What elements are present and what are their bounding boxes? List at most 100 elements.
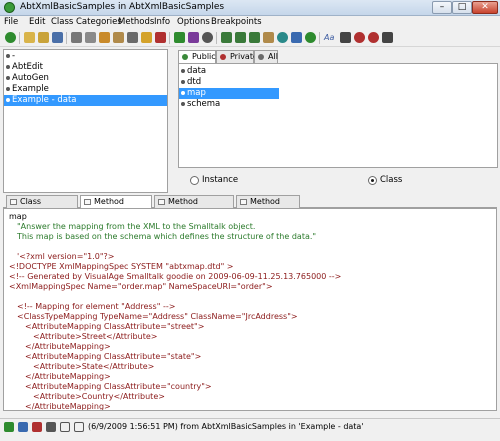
toolbar-separator	[216, 32, 217, 44]
play-icon[interactable]	[174, 32, 185, 43]
all-icon	[258, 54, 264, 60]
step-into-icon[interactable]	[235, 32, 246, 43]
font-icon[interactable]	[340, 32, 351, 43]
network-icon[interactable]	[382, 32, 393, 43]
bullet-icon	[181, 69, 185, 73]
status-bracket-icon[interactable]	[60, 422, 70, 432]
radio-label: Class	[380, 175, 403, 185]
category-label: dtd	[187, 77, 202, 87]
globe-icon[interactable]	[277, 32, 288, 43]
tree-icon[interactable]	[263, 32, 274, 43]
method-source-icon	[84, 199, 91, 205]
menu-edit[interactable]: Edit	[29, 17, 45, 27]
category-list-item[interactable]: dtd	[179, 77, 279, 88]
status-text: (6/9/2009 1:56:51 PM) from AbtXmlBasicSa…	[88, 422, 364, 431]
status-bar: (6/9/2009 1:56:51 PM) from AbtXmlBasicSa…	[0, 418, 500, 434]
category-label: map	[187, 88, 206, 98]
tab-method-source[interactable]: Method Source	[80, 195, 152, 218]
text-style-icon[interactable]: Aa	[324, 32, 334, 43]
menu-class[interactable]: Class	[51, 17, 73, 27]
graph-icon[interactable]	[291, 32, 302, 43]
save-icon[interactable]	[52, 32, 63, 43]
public-icon	[182, 54, 188, 60]
category-label: schema	[187, 99, 221, 109]
source-tabs: Class Definition Method Source Method Co…	[3, 195, 497, 218]
menu-categories[interactable]: Categories	[76, 17, 122, 27]
class-list-item[interactable]: Example	[4, 84, 167, 95]
tab-method-notes[interactable]: Method Notes	[236, 195, 300, 218]
toolbar-separator	[19, 32, 20, 44]
class-list-item[interactable]: -	[4, 51, 167, 62]
toolbar-separator	[319, 32, 320, 44]
hierarchy-icon[interactable]	[113, 32, 124, 43]
class-list[interactable]: - AbtEdit AutoGen Example Example - data	[3, 49, 168, 193]
pencil-icon[interactable]	[141, 32, 152, 43]
menu-info[interactable]: Info	[154, 17, 170, 27]
tab-method-comment[interactable]: Method Comment	[154, 195, 234, 218]
tab-class-definition[interactable]: Class Definition	[6, 195, 78, 218]
cluster-icon[interactable]	[368, 32, 379, 43]
category-list[interactable]: data dtd map schema	[178, 63, 498, 168]
cut-icon[interactable]	[71, 32, 82, 43]
status-image-icon[interactable]	[18, 422, 28, 432]
step-icon[interactable]	[221, 32, 232, 43]
class-label: AbtEdit	[12, 62, 44, 72]
category-list-item[interactable]: schema	[179, 99, 279, 110]
bullet-icon	[181, 91, 185, 95]
menu-methods[interactable]: Methods	[118, 17, 154, 27]
paste-icon[interactable]	[99, 32, 110, 43]
tab-label: All	[268, 52, 278, 61]
menu-options[interactable]: Options	[177, 17, 210, 27]
class-radio[interactable]: Class	[368, 175, 402, 185]
category-label: data	[187, 66, 207, 76]
toolbar-separator	[169, 32, 170, 44]
status-edit-icon[interactable]	[32, 422, 42, 432]
status-green-icon[interactable]	[4, 422, 14, 432]
tab-public[interactable]: Public	[178, 50, 216, 64]
group-icon[interactable]	[354, 32, 365, 43]
bullet-icon	[6, 65, 10, 69]
class-label: Example	[12, 84, 49, 94]
category-list-item[interactable]: data	[179, 66, 279, 77]
private-icon	[220, 54, 226, 60]
method-notes-icon	[240, 199, 247, 205]
instance-radio[interactable]: Instance	[190, 175, 238, 185]
tab-label: Public	[192, 52, 216, 61]
tab-private[interactable]: Private	[216, 50, 258, 63]
run-icon[interactable]	[5, 32, 16, 43]
open-icon[interactable]	[38, 32, 49, 43]
menu-breakpoints[interactable]: Breakpoints	[211, 17, 262, 27]
status-separator-icon[interactable]	[46, 422, 56, 432]
step-over-icon[interactable]	[249, 32, 260, 43]
source-line: <XmlMappingSpec Name="order.map" NameSpa…	[9, 282, 273, 291]
copy-icon[interactable]	[85, 32, 96, 43]
class-label: Example - data	[12, 95, 77, 105]
status-bracket-icon[interactable]	[74, 422, 84, 432]
bullet-icon	[181, 102, 185, 106]
class-definition-icon	[10, 199, 17, 205]
tab-all[interactable]: All	[254, 50, 278, 63]
references-icon[interactable]	[127, 32, 138, 43]
class-list-item[interactable]: AutoGen	[4, 73, 167, 84]
scope-radio-group: Instance Class	[178, 170, 498, 192]
new-icon[interactable]	[24, 32, 35, 43]
inspect-icon[interactable]	[202, 32, 213, 43]
source-line: This map is based on the schema which de…	[17, 232, 317, 241]
bullet-icon	[6, 98, 10, 102]
minimize-button[interactable]: –	[432, 1, 452, 14]
bullet-icon	[181, 80, 185, 84]
debug-icon[interactable]	[188, 32, 199, 43]
stop-icon[interactable]	[155, 32, 166, 43]
menu-file[interactable]: File	[4, 17, 18, 27]
maximize-button[interactable]: □	[452, 1, 472, 14]
class-list-item[interactable]: AbtEdit	[4, 62, 167, 73]
category-list-item[interactable]: map	[179, 88, 279, 99]
bullet-icon	[6, 76, 10, 80]
radio-label: Instance	[202, 175, 239, 185]
class-list-item[interactable]: Example - data	[4, 95, 167, 106]
bullet-icon	[6, 87, 10, 91]
close-button[interactable]: ✕	[472, 1, 498, 14]
method-source-editor[interactable]: map "Answer the mapping from the XML to t…	[3, 208, 497, 411]
menu-bar: File Edit Class Categories Methods Info …	[0, 16, 500, 29]
refresh-icon[interactable]	[305, 32, 316, 43]
